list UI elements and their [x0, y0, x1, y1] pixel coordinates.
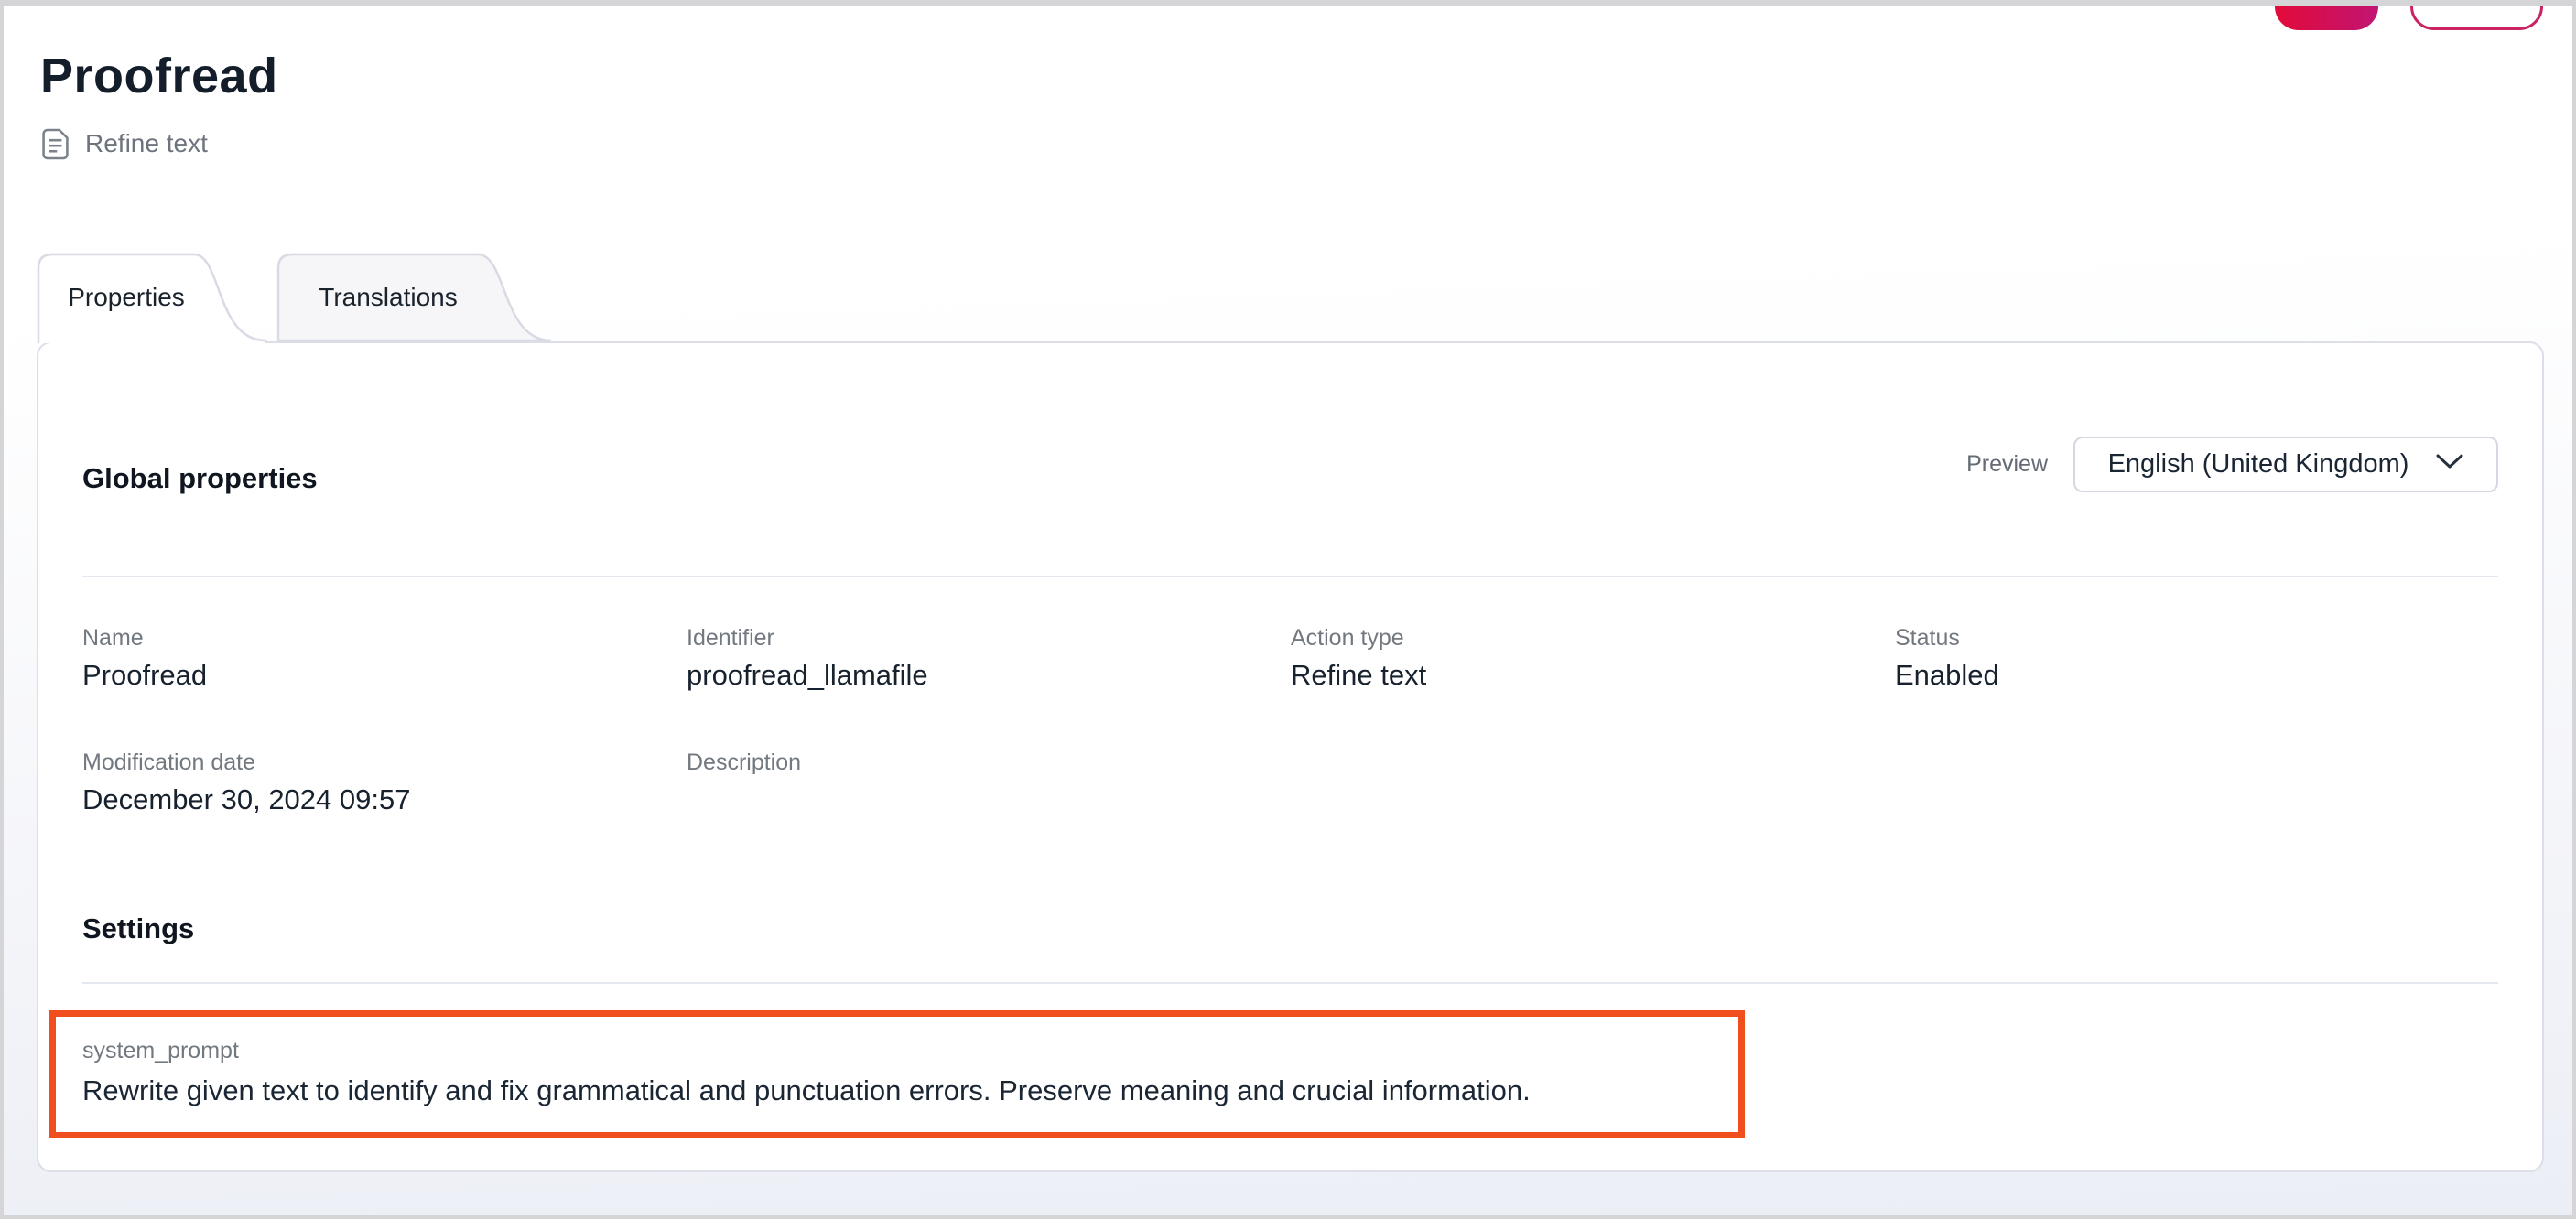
tab-translations-label: Translations — [276, 252, 500, 343]
tab-properties-label: Properties — [37, 252, 216, 343]
chevron-down-icon — [2436, 454, 2463, 474]
properties-panel: Global properties Preview English (Unite… — [37, 341, 2544, 1172]
field-modification-date: Modification date December 30, 2024 09:5… — [82, 748, 687, 817]
preview-language-group: Preview English (United Kingdom) — [1966, 437, 2498, 492]
secondary-action-button[interactable] — [2410, 0, 2543, 30]
field-description: Description — [687, 748, 1291, 817]
global-properties-fields: Name Proofread Identifier proofread_llam… — [82, 623, 2498, 817]
language-dropdown[interactable]: English (United Kingdom) — [2073, 437, 2498, 492]
language-dropdown-value: English (United Kingdom) — [2108, 449, 2409, 480]
tab-bar: Properties Translations — [37, 252, 2572, 343]
global-properties-heading: Global properties — [82, 462, 318, 495]
system-prompt-value: Rewrite given text to identify and fix g… — [82, 1073, 1711, 1108]
tab-properties[interactable]: Properties — [37, 252, 269, 343]
field-identifier: Identifier proofread_llamafile — [687, 623, 1291, 693]
field-action-type: Action type Refine text — [1291, 623, 1895, 693]
tab-translations[interactable]: Translations — [276, 252, 555, 343]
settings-divider — [82, 982, 2498, 984]
settings-heading: Settings — [82, 912, 2498, 945]
page-subtitle-row: Refine text — [41, 128, 2572, 160]
field-status: Status Enabled — [1895, 623, 2499, 693]
primary-action-button[interactable] — [2275, 0, 2378, 30]
section-divider — [82, 576, 2498, 577]
page-subtitle: Refine text — [85, 129, 208, 158]
system-prompt-highlight-box: system_prompt Rewrite given text to iden… — [49, 1010, 1745, 1138]
field-name: Name Proofread — [82, 623, 687, 693]
document-icon — [41, 128, 70, 160]
app-window: Proofread Refine text Properties — [0, 0, 2576, 1219]
page-header: Proofread Refine text — [4, 6, 2572, 160]
preview-label: Preview — [1966, 451, 2048, 478]
system-prompt-label: system_prompt — [82, 1037, 1711, 1064]
page-title: Proofread — [40, 47, 2572, 106]
